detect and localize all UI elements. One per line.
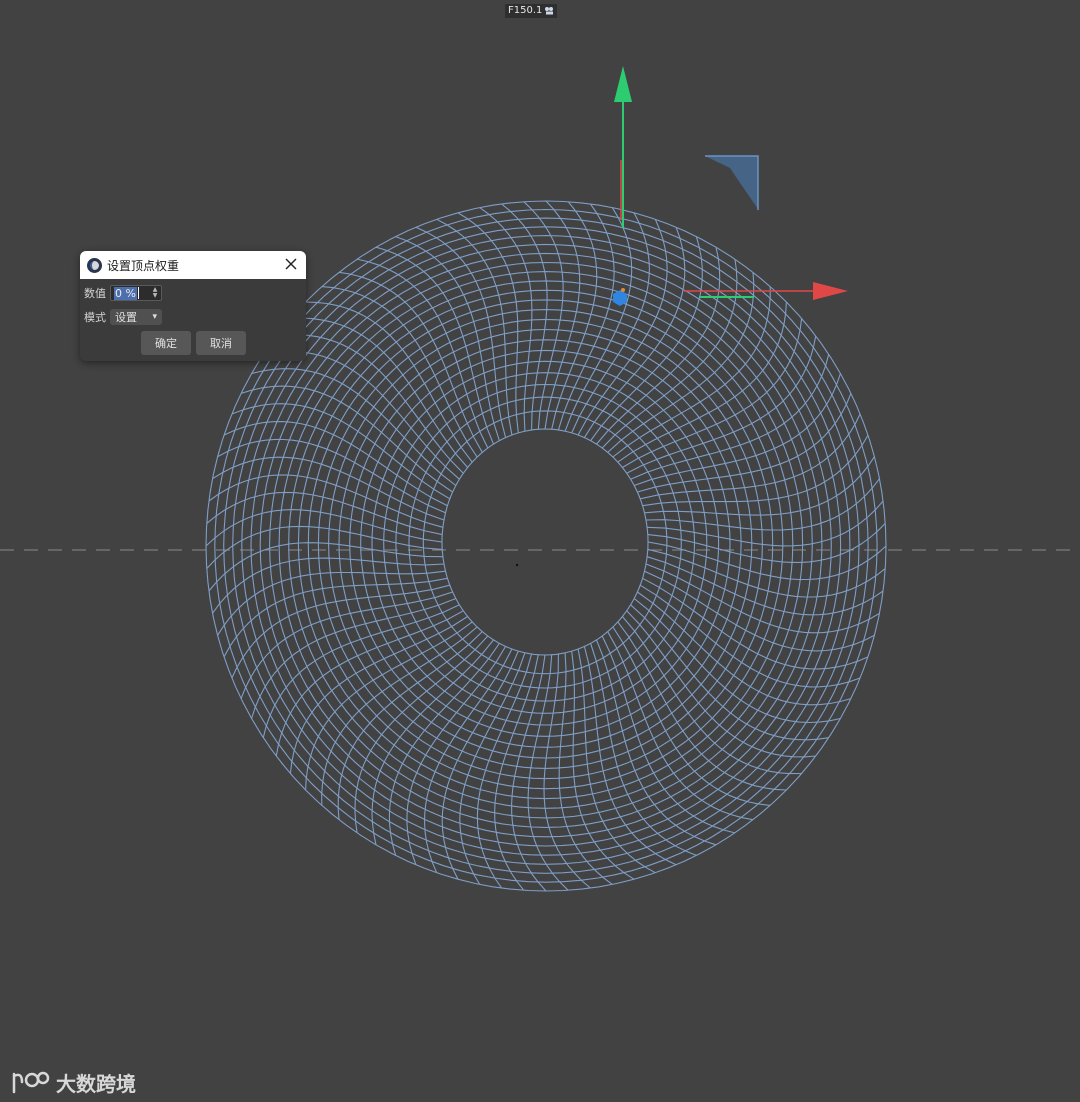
mesh-ring bbox=[317, 309, 774, 780]
torus-mesh-wireframe[interactable] bbox=[205, 200, 887, 892]
mesh-ring bbox=[441, 428, 649, 656]
watermark-text: 大数跨境 bbox=[56, 1072, 136, 1096]
axis-y-arrow-icon[interactable] bbox=[614, 66, 632, 102]
mode-label: 模式 bbox=[84, 311, 106, 324]
mesh-ring bbox=[269, 261, 823, 828]
dialog-title: 设置顶点权重 bbox=[107, 258, 180, 273]
mesh-spoke bbox=[223, 421, 448, 507]
value-label: 数值 bbox=[84, 287, 106, 300]
mesh-spoke bbox=[217, 438, 446, 514]
dialog-titlebar[interactable]: 设置顶点权重 bbox=[80, 251, 306, 279]
watermark: 大数跨境 bbox=[10, 1068, 136, 1097]
mesh-spoke bbox=[290, 317, 469, 468]
value-input-text: 0 % bbox=[114, 286, 137, 300]
ok-button[interactable]: 确定 bbox=[141, 331, 191, 355]
stepper-icon[interactable]: ▲ ▼ bbox=[150, 286, 160, 300]
mesh-ring bbox=[360, 349, 731, 737]
vertex-point bbox=[621, 288, 625, 292]
text-caret bbox=[137, 287, 139, 299]
frame-info-label: F150.1 bbox=[505, 4, 558, 18]
watermark-logo-icon bbox=[12, 1071, 50, 1093]
app-logo-icon bbox=[87, 257, 102, 273]
mesh-ring bbox=[408, 396, 682, 689]
mesh-spoke bbox=[637, 591, 852, 706]
axis-x-arrow-icon[interactable] bbox=[813, 282, 848, 300]
close-icon[interactable] bbox=[284, 257, 298, 271]
mode-row: 模式 设置 ▾ bbox=[84, 309, 162, 325]
frame-info-text: F150.1 bbox=[508, 5, 543, 16]
mode-select[interactable]: 设置 ▾ bbox=[110, 309, 162, 325]
axis-y-gizmo[interactable] bbox=[614, 66, 632, 228]
camera-icon bbox=[545, 7, 554, 15]
set-vertex-weight-dialog: 设置顶点权重 数值 0 % ▲ ▼ 模式 设置 ▾ 确定 取消 bbox=[80, 251, 306, 361]
axis-x-gizmo[interactable] bbox=[684, 282, 848, 300]
mesh-ring bbox=[383, 372, 708, 714]
mesh-ring bbox=[288, 280, 804, 809]
plane-handle-icon[interactable] bbox=[705, 155, 759, 210]
cancel-button[interactable]: 取消 bbox=[196, 331, 246, 355]
value-row: 数值 0 % ▲ ▼ bbox=[84, 285, 162, 301]
mesh-ring bbox=[422, 410, 668, 675]
mesh-ring bbox=[349, 339, 742, 748]
origin-point bbox=[515, 563, 519, 567]
viewport-3d[interactable] bbox=[0, 0, 1080, 1102]
value-input[interactable]: 0 % ▲ ▼ bbox=[110, 285, 162, 301]
mode-select-value: 设置 bbox=[115, 311, 137, 324]
mesh-spoke bbox=[459, 652, 526, 885]
chevron-down-icon: ▾ bbox=[152, 312, 157, 322]
mesh-spoke bbox=[476, 653, 533, 889]
